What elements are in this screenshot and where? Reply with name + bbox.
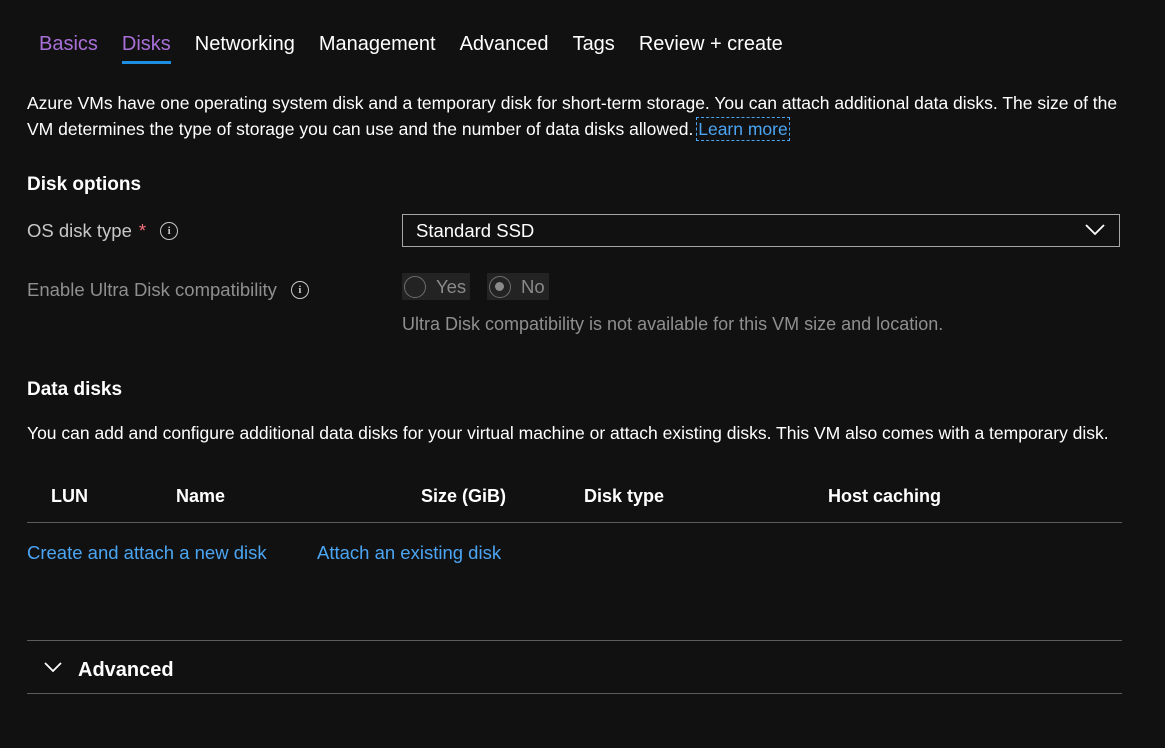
attach-existing-disk-link[interactable]: Attach an existing disk	[317, 542, 501, 564]
ultra-disk-label-text: Enable Ultra Disk compatibility	[27, 279, 277, 300]
info-icon[interactable]: i	[160, 222, 179, 240]
tab-advanced[interactable]: Advanced	[448, 30, 561, 66]
os-disk-type-label-text: OS disk type	[27, 220, 132, 241]
create-attach-disk-link[interactable]: Create and attach a new disk	[27, 542, 267, 564]
intro-text: Azure VMs have one operating system disk…	[27, 93, 1118, 139]
radio-label-yes: Yes	[436, 275, 467, 297]
column-header-name: Name	[176, 486, 226, 506]
ultra-disk-no-radio[interactable]: No	[487, 273, 549, 300]
info-icon[interactable]: i	[290, 281, 309, 299]
tab-disks[interactable]: Disks	[110, 30, 183, 66]
disk-options-heading: Disk options	[27, 174, 142, 195]
tab-tags[interactable]: Tags	[561, 30, 627, 66]
chevron-down-icon[interactable]	[44, 661, 62, 675]
os-disk-type-select[interactable]: Standard SSD	[402, 214, 1120, 247]
required-indicator: *	[138, 220, 147, 241]
radio-circle	[404, 275, 426, 298]
column-header-size: Size (GiB)	[421, 486, 507, 506]
ultra-disk-hint: Ultra Disk compatibility is not availabl…	[402, 314, 944, 334]
tab-bar: Basics Disks Networking Management Advan…	[27, 30, 795, 68]
tab-basics[interactable]: Basics	[27, 30, 110, 66]
os-disk-type-label: OS disk type * i	[27, 220, 179, 242]
intro-description: Azure VMs have one operating system disk…	[27, 90, 1137, 142]
tab-management[interactable]: Management	[307, 30, 448, 66]
advanced-section-toggle[interactable]: Advanced	[78, 659, 174, 682]
tab-review-create[interactable]: Review + create	[627, 30, 795, 66]
column-header-host-caching: Host caching	[828, 486, 942, 506]
data-disks-description: You can add and configure additional dat…	[27, 423, 1109, 443]
section-divider-bottom	[27, 693, 1122, 694]
radio-label-no: No	[521, 275, 545, 297]
section-divider	[27, 640, 1122, 641]
radio-circle-selected	[489, 275, 511, 298]
os-disk-type-value: Standard SSD	[416, 220, 535, 241]
ultra-disk-yes-radio[interactable]: Yes	[402, 273, 471, 300]
column-header-disk-type: Disk type	[584, 486, 665, 506]
ultra-disk-label: Enable Ultra Disk compatibility i	[27, 279, 309, 301]
chevron-down-icon	[1085, 224, 1105, 236]
learn-more-link[interactable]: Learn more	[696, 117, 790, 141]
table-divider	[27, 522, 1122, 523]
column-header-lun: LUN	[51, 486, 88, 506]
data-disks-heading: Data disks	[27, 379, 123, 400]
tab-networking[interactable]: Networking	[183, 30, 307, 66]
